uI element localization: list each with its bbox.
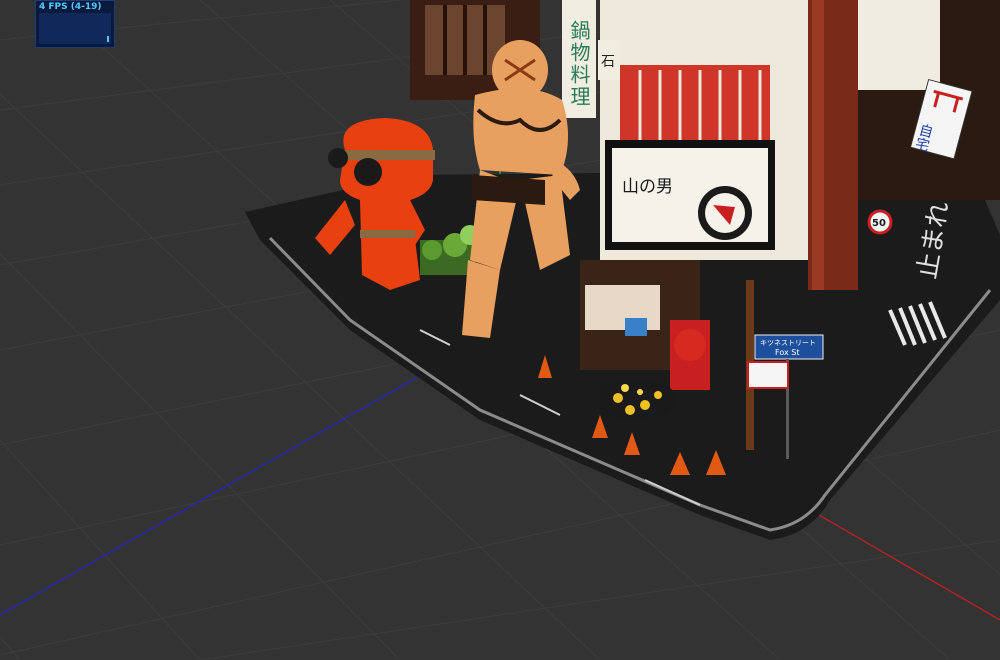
svg-text:50: 50: [872, 218, 886, 229]
fps-label: 4 FPS (4-19): [39, 2, 102, 12]
mailbox-icon: [674, 329, 706, 361]
svg-text:Fox St: Fox St: [775, 348, 799, 357]
vertical-banner-text: 鍋物料理: [567, 20, 591, 108]
side-tag-text: 石: [601, 54, 615, 70]
speed-limit-sign: 50: [867, 209, 893, 235]
fps-graph: [39, 13, 111, 44]
fps-stats-panel[interactable]: 4 FPS (4-19): [35, 0, 115, 48]
svg-text:キツネストリート: キツネストリート: [760, 339, 816, 347]
restaurant-sign-text: 山の男: [622, 177, 673, 197]
warning-sign: [747, 361, 789, 389]
3d-viewport[interactable]: 止まれ 山の男 鍋物料理 石 自宅 50 キツネストリート Fox St: [0, 0, 1000, 660]
fps-graph-bar: [107, 36, 109, 42]
fire-basket-icon: [593, 378, 677, 422]
